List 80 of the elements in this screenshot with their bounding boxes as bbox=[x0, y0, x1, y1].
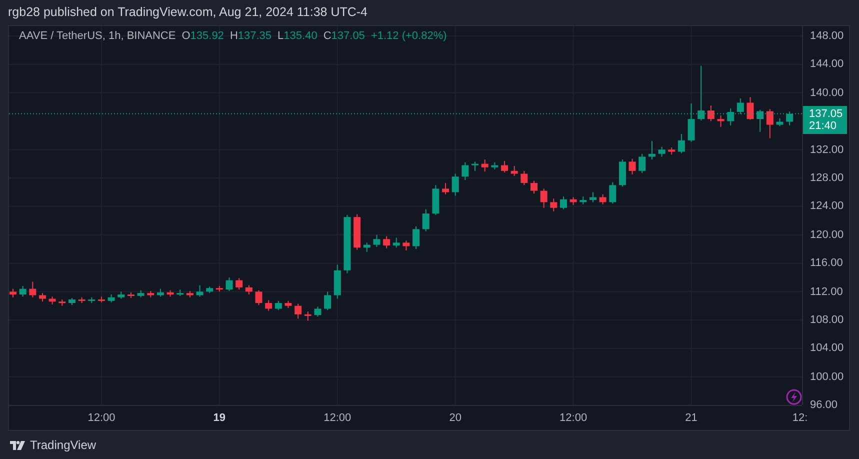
candlestick bbox=[736, 98, 744, 115]
ohlc-value: C137.05 bbox=[323, 30, 365, 42]
time-tick: 12: bbox=[792, 412, 808, 424]
candlestick bbox=[324, 291, 332, 311]
ohlc-value: O135.92 bbox=[182, 30, 224, 42]
candlestick bbox=[717, 114, 724, 128]
candlestick bbox=[727, 108, 734, 126]
candlestick bbox=[786, 111, 794, 126]
candlestick bbox=[628, 158, 636, 175]
candlestick bbox=[412, 226, 420, 250]
price-tick: 96.00 bbox=[810, 399, 838, 412]
price-tick: 128.00 bbox=[810, 172, 844, 184]
candlestick bbox=[442, 182, 450, 195]
candlestick bbox=[688, 102, 695, 142]
candlestick bbox=[746, 96, 754, 120]
brand-name: TradingView bbox=[30, 438, 96, 452]
candlestick bbox=[245, 284, 252, 295]
candlestick bbox=[707, 105, 714, 122]
candlestick bbox=[452, 173, 459, 196]
candlestick bbox=[29, 281, 36, 298]
candlestick bbox=[530, 180, 538, 194]
candlestick bbox=[756, 109, 764, 132]
candlestick bbox=[314, 306, 322, 318]
candlestick bbox=[265, 300, 272, 312]
time-tick: 12:00 bbox=[88, 412, 116, 424]
candlestick bbox=[550, 198, 558, 212]
time-tick: 20 bbox=[449, 412, 462, 424]
price-tick: 116.00 bbox=[810, 257, 843, 270]
price-tick: 132.00 bbox=[810, 144, 844, 156]
symbol-title: AAVE / TetherUS, 1h, BINANCE bbox=[19, 30, 176, 42]
time-tick: 12:00 bbox=[560, 412, 588, 424]
price-tick: 144.00 bbox=[810, 58, 844, 70]
price-tick: 104.00 bbox=[810, 342, 844, 354]
time-tick: 19 bbox=[213, 412, 226, 424]
candlestick bbox=[19, 285, 26, 298]
candlestick bbox=[402, 240, 410, 251]
bar-countdown: 21:40 bbox=[809, 120, 838, 132]
candlestick bbox=[462, 162, 469, 181]
candlestick bbox=[255, 290, 262, 306]
price-change: +1.12 (+0.82%) bbox=[370, 30, 447, 42]
lightning-icon[interactable] bbox=[786, 389, 802, 405]
candlestick bbox=[658, 146, 666, 158]
candlestick bbox=[501, 160, 508, 173]
candlestick bbox=[472, 161, 479, 172]
time-tick: 21 bbox=[685, 412, 698, 424]
price-tick: 124.00 bbox=[810, 200, 844, 212]
price-tick: 140.00 bbox=[810, 86, 844, 99]
candlestick bbox=[481, 159, 488, 172]
last-price: 137.05 bbox=[809, 108, 844, 120]
candlestick bbox=[540, 188, 548, 208]
ohlc-value: L135.40 bbox=[278, 30, 318, 42]
price-tick: 100.00 bbox=[810, 370, 844, 383]
candlestick bbox=[618, 159, 626, 188]
candlestick bbox=[766, 108, 774, 139]
candlestick bbox=[294, 303, 302, 320]
candlestick bbox=[236, 278, 243, 290]
candlestick bbox=[304, 311, 312, 322]
price-tick: 112.00 bbox=[810, 286, 843, 298]
logo-icon bbox=[10, 440, 26, 450]
candlestick bbox=[560, 196, 567, 210]
candlestick bbox=[520, 170, 528, 186]
candlestick bbox=[226, 276, 233, 292]
candlestick bbox=[698, 65, 705, 121]
candlestick bbox=[609, 182, 616, 204]
time-tick: 12:00 bbox=[324, 412, 352, 424]
candlestick bbox=[422, 208, 430, 232]
candlestick bbox=[589, 192, 596, 203]
ohlc-value: H137.35 bbox=[230, 30, 272, 42]
candlestick bbox=[678, 133, 685, 154]
price-tick: 148.00 bbox=[810, 30, 844, 42]
candlestick bbox=[638, 153, 646, 174]
candlestick bbox=[373, 234, 380, 248]
price-tick: 120.00 bbox=[810, 228, 844, 241]
candlestick bbox=[392, 237, 400, 248]
publish-caption: rgb28 published on TradingView.com, Aug 21, 2024 11:38 UTC-4 bbox=[7, 4, 368, 21]
candlestick bbox=[274, 300, 282, 311]
candlestick bbox=[383, 236, 390, 249]
candlestick bbox=[599, 194, 606, 205]
price-tick: 108.00 bbox=[810, 314, 844, 326]
candlestick bbox=[196, 284, 204, 298]
